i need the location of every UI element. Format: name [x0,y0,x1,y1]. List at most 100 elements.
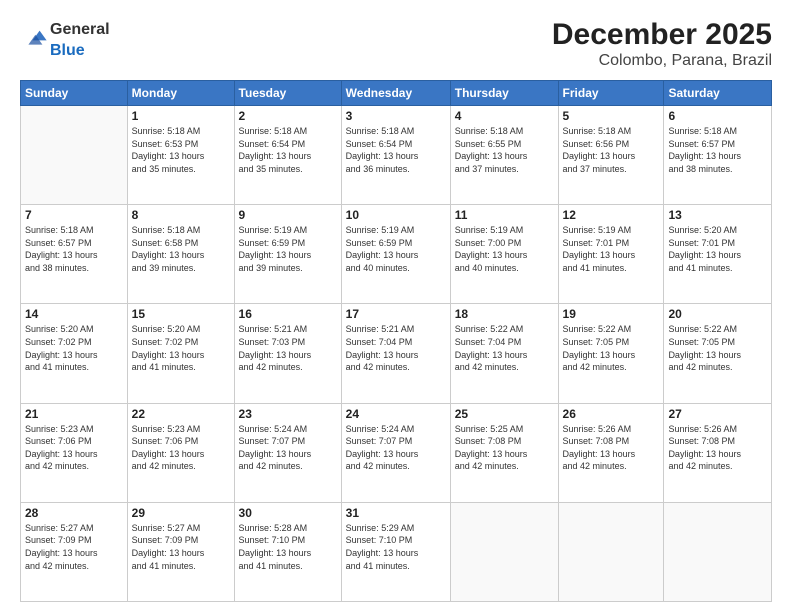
calendar-day-cell: 4Sunrise: 5:18 AMSunset: 6:55 PMDaylight… [450,106,558,205]
day-number: 27 [668,407,767,421]
day-info: Sunrise: 5:26 AMSunset: 7:08 PMDaylight:… [563,423,660,473]
calendar-day-cell: 30 Sunrise: 5:28 AMSunset: 7:10 PMDayligh… [234,502,341,601]
day-info: Sunrise: 5:26 AMSunset: 7:08 PMDaylight:… [668,423,767,473]
day-number: 1 [132,109,230,123]
day-number: 16 [239,307,337,321]
calendar-day-cell: 12 Sunrise: 5:19 AMSunset: 7:01 PMDayligh… [558,205,664,304]
calendar-day-cell [450,502,558,601]
calendar-day-cell: 26 Sunrise: 5:26 AMSunset: 7:08 PMDayligh… [558,403,664,502]
title-block: December 2025 Colombo, Parana, Brazil [552,18,772,70]
logo-blue-text: Blue [50,42,85,59]
day-number: 13 [668,208,767,222]
calendar-day-cell: 6Sunrise: 5:18 AMSunset: 6:57 PMDaylight… [664,106,772,205]
calendar-subtitle: Colombo, Parana, Brazil [552,52,772,70]
day-number: 14 [25,307,123,321]
calendar-day-cell [664,502,772,601]
day-number: 23 [239,407,337,421]
calendar-day-cell: 19 Sunrise: 5:22 AMSunset: 7:05 PMDayligh… [558,304,664,403]
day-number: 22 [132,407,230,421]
calendar-day-cell: 13 Sunrise: 5:20 AMSunset: 7:01 PMDayligh… [664,205,772,304]
day-info: Sunrise: 5:19 AMSunset: 6:59 PMDaylight:… [239,224,337,274]
day-number: 12 [563,208,660,222]
day-info: Sunrise: 5:22 AMSunset: 7:04 PMDaylight:… [455,323,554,373]
day-number: 7 [25,208,123,222]
days-of-week-row: SundayMondayTuesdayWednesdayThursdayFrid… [21,81,772,106]
day-number: 17 [346,307,446,321]
day-number: 9 [239,208,337,222]
day-number: 26 [563,407,660,421]
day-of-week-header: Monday [127,81,234,106]
day-info: Sunrise: 5:21 AMSunset: 7:03 PMDaylight:… [239,323,337,373]
day-of-week-header: Saturday [664,81,772,106]
day-number: 31 [346,506,446,520]
day-of-week-header: Wednesday [341,81,450,106]
day-number: 5 [563,109,660,123]
calendar-table: SundayMondayTuesdayWednesdayThursdayFrid… [20,80,772,602]
day-info: Sunrise: 5:22 AMSunset: 7:05 PMDaylight:… [563,323,660,373]
day-number: 20 [668,307,767,321]
day-number: 21 [25,407,123,421]
day-info: Sunrise: 5:27 AMSunset: 7:09 PMDaylight:… [25,522,123,572]
calendar-day-cell: 21 Sunrise: 5:23 AMSunset: 7:06 PMDayligh… [21,403,128,502]
calendar-day-cell: 5 Sunrise: 5:18 AMSunset: 6:56 PMDaylight… [558,106,664,205]
calendar-week-row: 21 Sunrise: 5:23 AMSunset: 7:06 PMDayligh… [21,403,772,502]
day-info: Sunrise: 5:21 AMSunset: 7:04 PMDaylight:… [346,323,446,373]
day-number: 15 [132,307,230,321]
calendar-day-cell: 15 Sunrise: 5:20 AMSunset: 7:02 PMDayligh… [127,304,234,403]
calendar-week-row: 1 Sunrise: 5:18 AMSunset: 6:53 PMDaylight… [21,106,772,205]
calendar-week-row: 14 Sunrise: 5:20 AMSunset: 7:02 PMDayligh… [21,304,772,403]
day-info: Sunrise: 5:23 AMSunset: 7:06 PMDaylight:… [25,423,123,473]
calendar-day-cell [21,106,128,205]
day-info: Sunrise: 5:18 AMSunset: 6:56 PMDaylight:… [563,125,660,175]
calendar-day-cell: 2 Sunrise: 5:18 AMSunset: 6:54 PMDaylight… [234,106,341,205]
calendar-day-cell: 27 Sunrise: 5:26 AMSunset: 7:08 PMDayligh… [664,403,772,502]
calendar-day-cell: 28Sunrise: 5:27 AMSunset: 7:09 PMDayligh… [21,502,128,601]
day-of-week-header: Sunday [21,81,128,106]
day-info: Sunrise: 5:20 AMSunset: 7:02 PMDaylight:… [132,323,230,373]
day-number: 19 [563,307,660,321]
calendar-day-cell: 29Sunrise: 5:27 AMSunset: 7:09 PMDayligh… [127,502,234,601]
day-info: Sunrise: 5:18 AMSunset: 6:55 PMDaylight:… [455,125,554,175]
day-info: Sunrise: 5:18 AMSunset: 6:53 PMDaylight:… [132,125,230,175]
calendar-day-cell: 14 Sunrise: 5:20 AMSunset: 7:02 PMDayligh… [21,304,128,403]
calendar-title: December 2025 [552,18,772,52]
calendar-day-cell: 8 Sunrise: 5:18 AMSunset: 6:58 PMDaylight… [127,205,234,304]
day-number: 8 [132,208,230,222]
day-number: 29 [132,506,230,520]
calendar-week-row: 28Sunrise: 5:27 AMSunset: 7:09 PMDayligh… [21,502,772,601]
day-info: Sunrise: 5:19 AMSunset: 7:01 PMDaylight:… [563,224,660,274]
day-info: Sunrise: 5:24 AMSunset: 7:07 PMDaylight:… [239,423,337,473]
calendar-body: 1 Sunrise: 5:18 AMSunset: 6:53 PMDaylight… [21,106,772,602]
day-of-week-header: Tuesday [234,81,341,106]
day-of-week-header: Friday [558,81,664,106]
day-info: Sunrise: 5:29 AMSunset: 7:10 PMDaylight:… [346,522,446,572]
day-info: Sunrise: 5:18 AMSunset: 6:57 PMDaylight:… [25,224,123,274]
day-info: Sunrise: 5:18 AMSunset: 6:58 PMDaylight:… [132,224,230,274]
calendar-day-cell: 20Sunrise: 5:22 AMSunset: 7:05 PMDayligh… [664,304,772,403]
day-number: 30 [239,506,337,520]
day-number: 3 [346,109,446,123]
calendar-day-cell: 24 Sunrise: 5:24 AMSunset: 7:07 PMDayligh… [341,403,450,502]
calendar-day-cell: 1 Sunrise: 5:18 AMSunset: 6:53 PMDaylight… [127,106,234,205]
calendar-day-cell: 10Sunrise: 5:19 AMSunset: 6:59 PMDayligh… [341,205,450,304]
day-info: Sunrise: 5:20 AMSunset: 7:02 PMDaylight:… [25,323,123,373]
logo-icon [20,25,48,53]
day-number: 24 [346,407,446,421]
calendar-header: SundayMondayTuesdayWednesdayThursdayFrid… [21,81,772,106]
day-info: Sunrise: 5:19 AMSunset: 6:59 PMDaylight:… [346,224,446,274]
calendar-week-row: 7 Sunrise: 5:18 AMSunset: 6:57 PMDaylight… [21,205,772,304]
logo-general-text: General [50,21,110,38]
logo: General Blue [20,18,110,60]
calendar-day-cell: 9 Sunrise: 5:19 AMSunset: 6:59 PMDaylight… [234,205,341,304]
day-of-week-header: Thursday [450,81,558,106]
calendar-day-cell: 18Sunrise: 5:22 AMSunset: 7:04 PMDayligh… [450,304,558,403]
calendar-day-cell: 23 Sunrise: 5:24 AMSunset: 7:07 PMDayligh… [234,403,341,502]
day-info: Sunrise: 5:18 AMSunset: 6:54 PMDaylight:… [239,125,337,175]
day-number: 2 [239,109,337,123]
day-info: Sunrise: 5:24 AMSunset: 7:07 PMDaylight:… [346,423,446,473]
day-number: 11 [455,208,554,222]
calendar-day-cell: 25Sunrise: 5:25 AMSunset: 7:08 PMDayligh… [450,403,558,502]
day-info: Sunrise: 5:28 AMSunset: 7:10 PMDaylight:… [239,522,337,572]
calendar-day-cell: 31 Sunrise: 5:29 AMSunset: 7:10 PMDayligh… [341,502,450,601]
day-info: Sunrise: 5:20 AMSunset: 7:01 PMDaylight:… [668,224,767,274]
